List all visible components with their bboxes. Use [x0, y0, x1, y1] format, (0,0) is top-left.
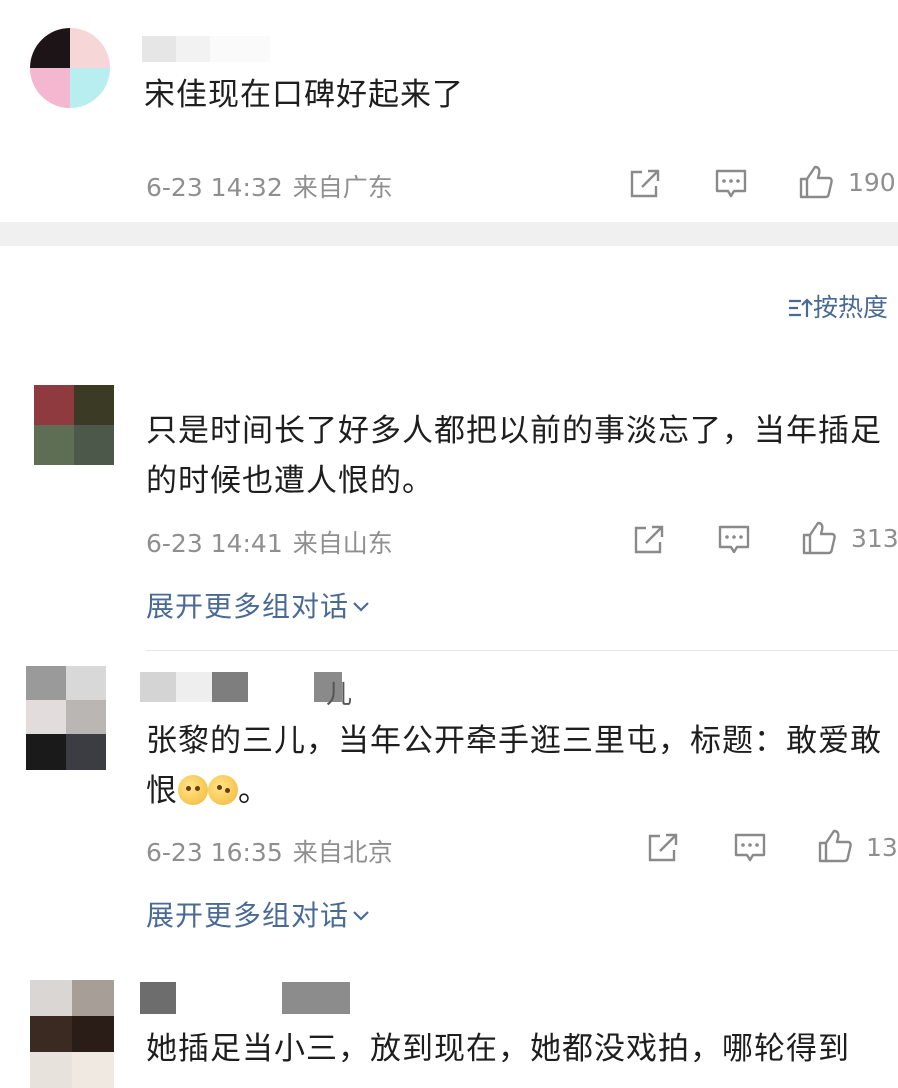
sort-icon [788, 298, 813, 317]
thumbs-up-icon[interactable] [817, 828, 853, 864]
emoji-icon [208, 775, 238, 805]
username-redacted[interactable] [140, 672, 342, 702]
comment-icon[interactable] [733, 832, 767, 864]
avatar[interactable] [30, 980, 114, 1088]
comment-meta: 6-23 16:35 来自北京 [146, 833, 393, 869]
comment-time: 6-23 14:41 [146, 529, 283, 558]
like-count: 13 [866, 833, 898, 862]
chevron-down-icon [353, 602, 369, 612]
comment-location: 来自山东 [292, 529, 393, 558]
username-visible-fragment: 儿 [326, 680, 353, 710]
username-redacted[interactable] [142, 36, 270, 62]
comment-icon[interactable] [717, 524, 751, 556]
expand-conversation-link[interactable]: 展开更多组对话 [146, 585, 371, 625]
avatar[interactable] [30, 28, 110, 108]
sort-label: 按热度 [812, 293, 888, 322]
like-count: 190 [848, 168, 896, 197]
comment-time: 6-23 16:35 [146, 838, 283, 867]
expand-label: 展开更多组对话 [146, 590, 350, 623]
section-divider [0, 222, 898, 246]
share-icon[interactable] [632, 524, 666, 556]
comment-meta: 6-23 14:41 来自山东 [146, 524, 393, 560]
thumbs-up-icon[interactable] [798, 164, 834, 200]
like-count: 313 [851, 524, 898, 553]
comment-text: 只是时间长了好多人都把以前的事淡忘了，当年插足的时候也遭人恨的。 [146, 413, 882, 499]
share-icon[interactable] [628, 168, 662, 200]
emoji-icon [178, 775, 208, 805]
chevron-down-icon [353, 911, 369, 921]
comment-text: 张黎的三儿，当年公开牵手逛三里屯，标题：敢爱敢恨。 [146, 723, 882, 809]
thumbs-up-icon[interactable] [801, 520, 837, 556]
avatar[interactable] [34, 373, 114, 465]
comment-time: 6-23 14:32 [146, 173, 283, 202]
comment-location: 来自广东 [292, 173, 393, 202]
comment-icon[interactable] [714, 168, 748, 200]
expand-label: 展开更多组对话 [146, 899, 350, 932]
comment-meta: 6-23 14:32 来自广东 [146, 168, 393, 204]
sort-toggle[interactable]: 按热度 [787, 288, 888, 324]
comment-text: 她插足当小三，放到现在，她都没戏拍，哪轮得到 [146, 1031, 850, 1067]
comment-divider [146, 650, 898, 651]
expand-conversation-link[interactable]: 展开更多组对话 [146, 894, 371, 934]
username-redacted[interactable] [140, 982, 350, 1014]
comment-location: 来自北京 [292, 838, 393, 867]
comment-text: 宋佳现在口碑好起来了 [144, 77, 464, 113]
avatar[interactable] [26, 666, 106, 770]
share-icon[interactable] [646, 832, 680, 864]
